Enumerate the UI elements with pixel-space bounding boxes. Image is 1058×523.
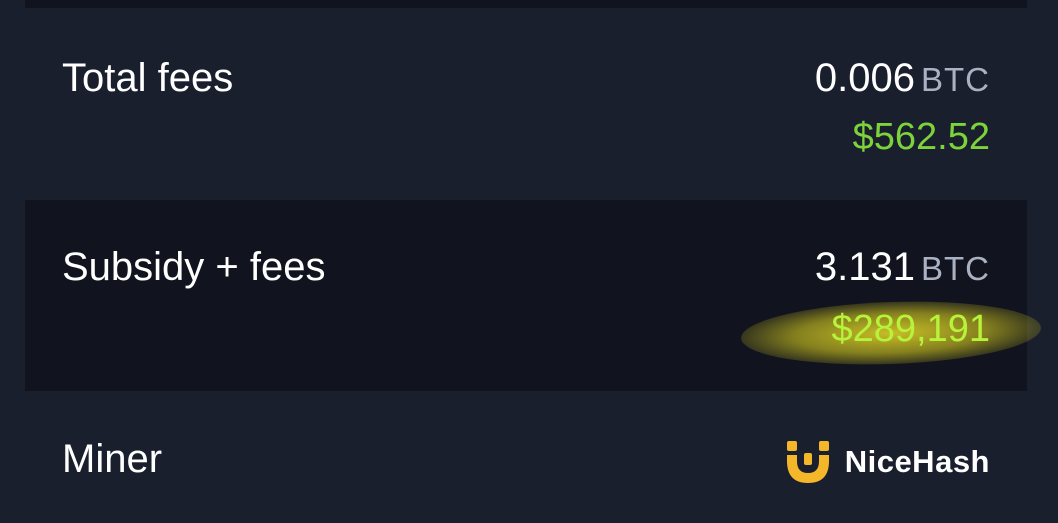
subsidy-fees-row: Subsidy + fees 3.131 BTC $289,191 bbox=[25, 200, 1042, 391]
subsidy-fees-usd-value: $289,191 bbox=[831, 308, 991, 350]
nicehash-logo-icon bbox=[786, 441, 829, 483]
miner-row: Miner NiceHash bbox=[25, 391, 1027, 523]
total-fees-label: Total fees bbox=[62, 56, 234, 100]
total-fees-btc-value: 0.006 bbox=[814, 56, 915, 100]
subsidy-fees-label: Subsidy + fees bbox=[62, 245, 326, 289]
total-fees-row: Total fees 0.006 BTC $562.52 bbox=[25, 8, 1027, 200]
miner-name: NiceHash bbox=[844, 444, 990, 479]
miner-pool-link[interactable]: NiceHash bbox=[785, 439, 990, 485]
top-divider bbox=[25, 0, 1027, 8]
total-fees-btc-unit: BTC bbox=[921, 61, 990, 98]
subsidy-fees-btc-value: 3.131 bbox=[814, 245, 915, 289]
subsidy-fees-btc-amount: 3.131 BTC bbox=[815, 247, 990, 287]
block-details-panel: Total fees 0.006 BTC $562.52 Subsidy + fe… bbox=[0, 0, 1058, 523]
miner-label: Miner bbox=[62, 437, 163, 481]
total-fees-btc-amount: 0.006 BTC bbox=[815, 58, 990, 98]
total-fees-usd-value: $562.52 bbox=[852, 116, 990, 158]
subsidy-fees-btc-unit: BTC bbox=[921, 250, 990, 287]
